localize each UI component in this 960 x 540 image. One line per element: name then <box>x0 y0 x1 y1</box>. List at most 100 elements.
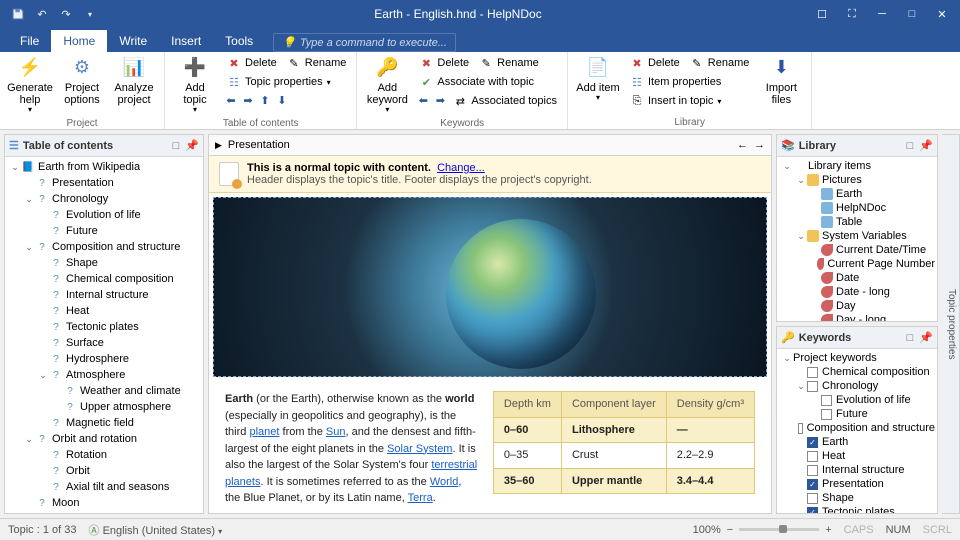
tree-item[interactable]: Composition and structure <box>777 421 937 435</box>
insert-in-topic-button[interactable]: ⎘Insert in topic ▾ <box>626 92 753 110</box>
qat-dropdown-icon[interactable]: ▾ <box>82 6 98 22</box>
tree-item[interactable]: Table <box>777 215 937 229</box>
checkbox[interactable]: ✓ <box>807 479 818 490</box>
lib-delete-button[interactable]: ✖Delete <box>626 54 684 72</box>
tree-item[interactable]: Shape <box>777 491 937 505</box>
tab-tools[interactable]: Tools <box>213 30 265 52</box>
lib-max-icon[interactable]: □ <box>903 139 917 153</box>
tree-item[interactable]: Evolution of life <box>777 393 937 407</box>
tree-item[interactable]: ⌄?Composition and structure <box>5 239 203 255</box>
checkbox[interactable]: ✓ <box>807 437 818 448</box>
tree-item[interactable]: Internal structure <box>777 463 937 477</box>
tree-item[interactable]: Earth <box>777 187 937 201</box>
tree-item[interactable]: ⌄Chronology <box>777 379 937 393</box>
checkbox[interactable] <box>798 423 802 434</box>
tree-item[interactable]: ⌄System Variables <box>777 229 937 243</box>
undo-icon[interactable]: ↶ <box>34 6 50 22</box>
move-down-icon[interactable]: ⬇ <box>274 92 290 108</box>
add-topic-button[interactable]: ➕Add topic▾ <box>171 54 219 117</box>
tree-item[interactable]: ✓Tectonic plates <box>777 505 937 513</box>
help-icon[interactable]: ☐ <box>808 0 836 28</box>
tree-item[interactable]: ⌄?Atmosphere <box>5 367 203 383</box>
nav-fwd-icon[interactable]: → <box>754 139 765 151</box>
tree-item[interactable]: ⌄?Habitability <box>5 511 203 513</box>
move-up-icon[interactable]: ⬆ <box>257 92 273 108</box>
tree-item[interactable]: ?Rotation <box>5 447 203 463</box>
tree-item[interactable]: Heat <box>777 449 937 463</box>
editor[interactable]: This is a normal topic with content. Cha… <box>208 156 772 514</box>
move-right-icon[interactable]: ➡ <box>240 92 256 108</box>
checkbox[interactable] <box>807 465 818 476</box>
checkbox[interactable] <box>807 367 818 378</box>
redo-icon[interactable]: ↷ <box>58 6 74 22</box>
import-files-button[interactable]: ⬇Import files <box>757 54 805 108</box>
tree-item[interactable]: ?Surface <box>5 335 203 351</box>
tree-item[interactable]: Chemical composition <box>777 365 937 379</box>
tree-item[interactable]: Future <box>777 407 937 421</box>
nav-back-icon[interactable]: ← <box>737 139 748 151</box>
tree-item[interactable]: Current Page Number <box>777 257 937 271</box>
tell-me-search[interactable]: 💡 Type a command to execute... <box>273 33 456 52</box>
close-button[interactable]: ✕ <box>928 0 956 28</box>
minimize-button[interactable]: ─ <box>868 0 896 28</box>
zoom-slider[interactable] <box>739 528 819 531</box>
tree-item[interactable]: Day <box>777 299 937 313</box>
topic-properties-button[interactable]: ☷Topic properties ▾ <box>223 73 350 91</box>
tree-item[interactable]: ?Future <box>5 223 203 239</box>
tree-item[interactable]: ?Magnetic field <box>5 415 203 431</box>
kw-max-icon[interactable]: □ <box>903 331 917 345</box>
tree-item[interactable]: ⌄Project keywords <box>777 351 937 365</box>
tree-item[interactable]: Date <box>777 271 937 285</box>
tree-item[interactable]: ✓Earth <box>777 435 937 449</box>
kw-rename-button[interactable]: ✎Rename <box>475 54 543 72</box>
tree-item[interactable]: ?Tectonic plates <box>5 319 203 335</box>
tab-write[interactable]: Write <box>107 30 159 52</box>
project-options-button[interactable]: ⚙Project options <box>58 54 106 108</box>
tree-item[interactable]: ?Hydrosphere <box>5 351 203 367</box>
tree-item[interactable]: ?Weather and climate <box>5 383 203 399</box>
banner-change-link[interactable]: Change... <box>437 162 485 174</box>
crumb-expand-icon[interactable]: ▶ <box>215 140 222 151</box>
tree-item[interactable]: ?Axial tilt and seasons <box>5 479 203 495</box>
tree-item[interactable]: ?Chemical composition <box>5 271 203 287</box>
add-item-button[interactable]: 📄Add item▾ <box>574 54 622 105</box>
tree-item[interactable]: Day - long <box>777 313 937 321</box>
add-keyword-button[interactable]: 🔑Add keyword▾ <box>363 54 411 117</box>
status-lang[interactable]: Ⓐ English (United States) ▾ <box>89 522 223 538</box>
move-left-icon[interactable]: ⬅ <box>223 92 239 108</box>
zoom-control[interactable]: 100%−+ <box>693 524 832 536</box>
tree-item[interactable]: Date - long <box>777 285 937 299</box>
tree-item[interactable]: ?Heat <box>5 303 203 319</box>
save-icon[interactable] <box>10 6 26 22</box>
kw-delete-button[interactable]: ✖Delete <box>415 54 473 72</box>
kw-associate-button[interactable]: ✔Associate with topic <box>415 73 561 91</box>
tree-item[interactable]: ⌄?Orbit and rotation <box>5 431 203 447</box>
kw-associated-topics-button[interactable]: ⇄Associated topics <box>449 92 561 110</box>
topic-content[interactable]: Depth kmComponent layerDensity g/cm³ 0–6… <box>209 381 771 514</box>
link-world[interactable]: World <box>430 476 459 488</box>
checkbox[interactable] <box>821 409 832 420</box>
tree-item[interactable]: ?Orbit <box>5 463 203 479</box>
tree-item[interactable]: ?Presentation <box>5 175 203 191</box>
link-sun[interactable]: Sun <box>326 426 346 438</box>
fullscreen-icon[interactable]: ⛶ <box>838 0 866 28</box>
checkbox[interactable] <box>821 395 832 406</box>
tree-item[interactable]: ?Moon <box>5 495 203 511</box>
toc-delete-button[interactable]: ✖Delete <box>223 54 281 72</box>
tree-item[interactable]: ?Evolution of life <box>5 207 203 223</box>
item-properties-button[interactable]: ☷Item properties <box>626 73 753 91</box>
checkbox[interactable]: ✓ <box>807 507 818 514</box>
toc-rename-button[interactable]: ✎Rename <box>283 54 351 72</box>
checkbox[interactable] <box>807 493 818 504</box>
checkbox[interactable] <box>807 381 818 392</box>
tree-item[interactable]: ⌄?Chronology <box>5 191 203 207</box>
tab-home[interactable]: Home <box>51 30 107 52</box>
tree-item[interactable]: ✓Presentation <box>777 477 937 491</box>
link-solar-system[interactable]: Solar System <box>387 443 452 455</box>
tree-item[interactable]: ⌄Pictures <box>777 173 937 187</box>
panel-pin-icon[interactable]: 📌 <box>185 139 199 153</box>
tree-item[interactable]: ?Internal structure <box>5 287 203 303</box>
tab-insert[interactable]: Insert <box>159 30 213 52</box>
maximize-button[interactable]: □ <box>898 0 926 28</box>
link-planet[interactable]: planet <box>249 426 279 438</box>
